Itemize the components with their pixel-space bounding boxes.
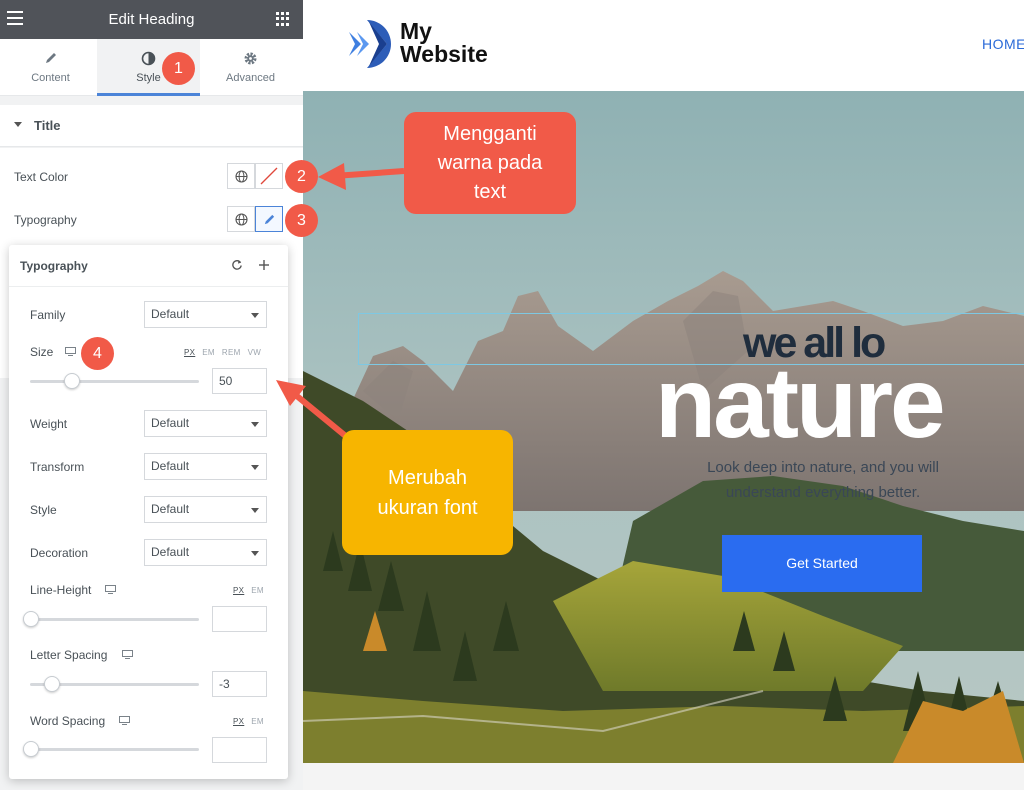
hero-subtitle: Look deep into nature, and you will unde…: [707, 459, 939, 501]
size-units: PX EM REM VW: [177, 348, 261, 357]
transform-label: Transform: [30, 460, 85, 474]
size-input[interactable]: 50: [212, 368, 267, 394]
chevron-down-icon: [251, 551, 259, 556]
unit-px[interactable]: PX: [184, 348, 195, 357]
unit-rem[interactable]: REM: [222, 348, 241, 357]
text-color-label: Text Color: [14, 170, 69, 184]
desktop-icon[interactable]: [122, 650, 133, 659]
letter-spacing-input[interactable]: -3: [212, 671, 267, 697]
line-height-slider-track[interactable]: [30, 618, 199, 621]
typography-global-button[interactable]: [227, 206, 255, 232]
popover-title: Typography: [20, 259, 88, 273]
chevron-down-icon: [251, 422, 259, 427]
transform-value: Default: [151, 459, 190, 473]
logo-line-1: My: [400, 18, 432, 44]
step-badge-3: 3: [285, 204, 318, 237]
pencil-icon: [0, 51, 101, 67]
unit-px[interactable]: PX: [233, 717, 244, 726]
logo-icon: [349, 20, 391, 68]
unit-em[interactable]: EM: [251, 717, 264, 726]
hero-heading-line-2[interactable]: nature: [655, 348, 946, 458]
size-slider-track[interactable]: [30, 380, 199, 383]
gear-icon: [200, 51, 301, 67]
decoration-select[interactable]: Default: [144, 539, 267, 566]
popover-header: Typography: [9, 245, 288, 287]
step-badge-1: 1: [162, 52, 195, 85]
callout-font-size: Merubah ukuran font: [342, 430, 513, 555]
panel-tabs: Content Style Advanced: [0, 39, 303, 96]
globe-icon: [234, 212, 248, 226]
family-label: Family: [30, 308, 66, 322]
word-spacing-slider-handle[interactable]: [23, 741, 39, 757]
transform-select[interactable]: Default: [144, 453, 267, 480]
typography-label: Typography: [14, 213, 77, 227]
unit-em[interactable]: EM: [202, 348, 215, 357]
line-height-label: Line-Height: [30, 583, 92, 597]
weight-select[interactable]: Default: [144, 410, 267, 437]
text-color-global-button[interactable]: [227, 163, 255, 189]
widgets-grid-icon[interactable]: [276, 12, 290, 26]
decoration-label: Decoration: [30, 546, 89, 560]
letter-spacing-slider-handle[interactable]: [44, 676, 60, 692]
size-slider-handle[interactable]: [64, 373, 81, 389]
unit-px[interactable]: PX: [233, 586, 244, 595]
word-spacing-slider-track[interactable]: [30, 748, 199, 751]
unit-vw[interactable]: VW: [248, 348, 262, 357]
word-spacing-label: Word Spacing: [30, 714, 106, 728]
family-select[interactable]: Default: [144, 301, 267, 328]
desktop-icon[interactable]: [105, 585, 116, 594]
word-spacing-input[interactable]: [212, 737, 267, 763]
tab-advanced[interactable]: Advanced: [200, 39, 301, 96]
desktop-icon[interactable]: [119, 716, 130, 725]
callout-text-color-label: Mengganti warna pada text: [437, 122, 543, 203]
site-logo-text[interactable]: My Website: [400, 20, 488, 66]
size-label: Size: [30, 345, 54, 359]
decoration-value: Default: [151, 545, 190, 559]
pencil-icon: [264, 214, 274, 224]
section-title-label: Title: [34, 118, 61, 133]
no-color-swatch-icon: [260, 167, 278, 185]
typography-popover: Typography Family Default Size PX EM REM VW…: [9, 245, 288, 779]
panel-header: Edit Heading: [0, 0, 303, 39]
chevron-down-icon: [251, 465, 259, 470]
callout-font-size-label: Merubah ukuran font: [377, 466, 478, 519]
weight-label: Weight: [30, 417, 68, 431]
site-footer-strip: [303, 763, 1024, 790]
style-value: Default: [151, 502, 190, 516]
panel-title: Edit Heading: [108, 11, 195, 28]
style-label: Style: [30, 503, 57, 517]
reset-icon[interactable]: [227, 255, 247, 275]
section-title-toggle[interactable]: Title: [0, 105, 303, 147]
unit-em[interactable]: EM: [251, 586, 264, 595]
nav-home-link[interactable]: HOME: [982, 36, 1024, 52]
line-height-input[interactable]: [212, 606, 267, 632]
site-header: My Website HOME: [303, 0, 1024, 91]
word-spacing-units: PX EM: [226, 717, 264, 726]
typography-edit-button[interactable]: [255, 206, 283, 232]
desktop-icon[interactable]: [65, 347, 76, 356]
weight-value: Default: [151, 416, 190, 430]
chevron-down-icon: [251, 313, 259, 318]
style-select[interactable]: Default: [144, 496, 267, 523]
tab-content[interactable]: Content: [0, 39, 101, 96]
chevron-down-icon: [251, 508, 259, 513]
callout-text-color: Mengganti warna pada text: [404, 112, 576, 214]
step-badge-2: 2: [285, 160, 318, 193]
step-badge-4: 4: [81, 337, 114, 370]
tab-content-label: Content: [31, 72, 70, 84]
text-color-picker[interactable]: [255, 163, 283, 189]
add-icon[interactable]: [254, 255, 274, 275]
letter-spacing-label: Letter Spacing: [30, 648, 108, 662]
get-started-button[interactable]: Get Started: [722, 535, 922, 592]
caret-down-icon: [14, 122, 22, 127]
line-height-slider-handle[interactable]: [23, 611, 39, 627]
tab-advanced-label: Advanced: [226, 72, 275, 84]
family-value: Default: [151, 307, 190, 321]
globe-icon: [234, 169, 248, 183]
line-height-units: PX EM: [226, 586, 264, 595]
logo-line-2: Website: [400, 41, 488, 67]
